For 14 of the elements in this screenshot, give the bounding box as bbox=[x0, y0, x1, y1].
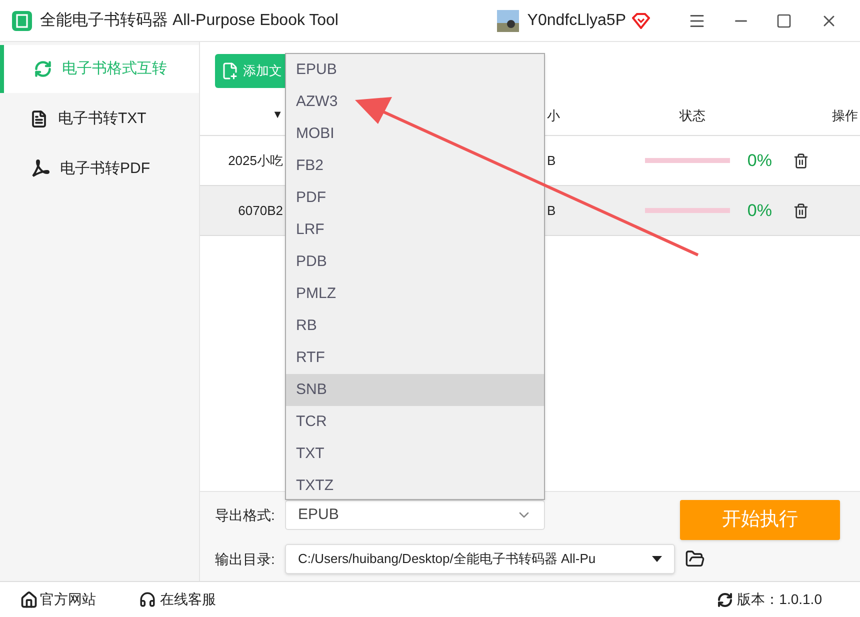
table-cell-text: B bbox=[547, 202, 557, 220]
table-cell-text: 2025小吃 bbox=[227, 152, 284, 170]
table-header: 小 bbox=[547, 106, 561, 125]
table-header: ▼ bbox=[271, 108, 284, 124]
table-cell-text: 6070B2 bbox=[237, 202, 284, 220]
version-text: 版本：1.0.1.0 bbox=[737, 590, 822, 609]
table-header: 状态 bbox=[678, 106, 706, 125]
table-header: 操作 bbox=[831, 106, 859, 125]
window-title: 全能电子书转码器 All-Purpose Ebook Tool bbox=[40, 10, 338, 30]
progress-percent: 0% bbox=[746, 200, 772, 222]
progress-percent: 0% bbox=[746, 150, 772, 172]
table-cell-text: B bbox=[547, 152, 557, 170]
field-label: 输出目录: bbox=[215, 550, 276, 568]
field-label: 导出格式: bbox=[215, 506, 276, 524]
